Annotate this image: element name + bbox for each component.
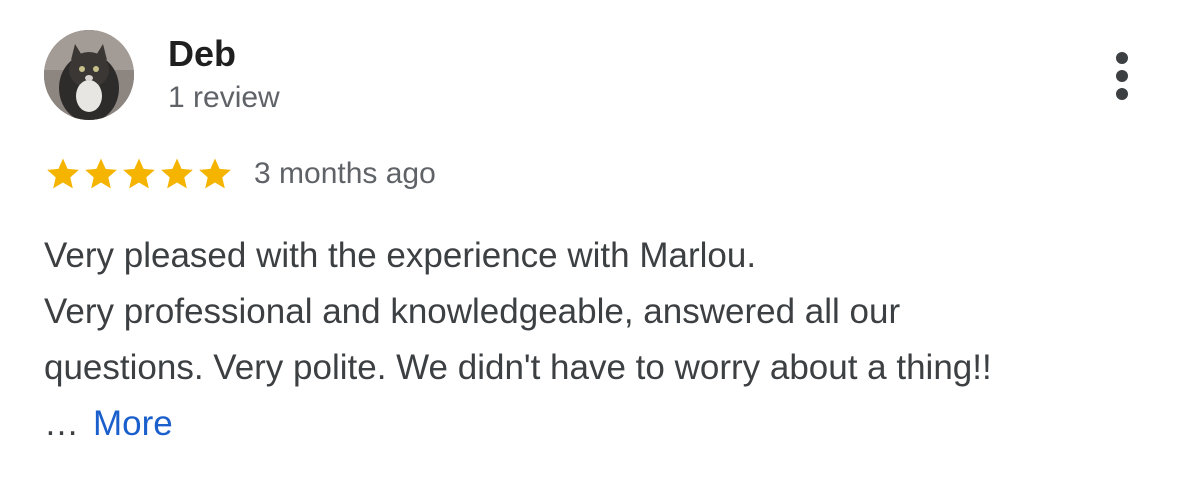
review-line: Very professional and knowledgeable, ans… bbox=[44, 292, 901, 331]
star-icon bbox=[199, 158, 231, 189]
review-time: 3 months ago bbox=[254, 157, 436, 190]
avatar[interactable] bbox=[44, 30, 134, 120]
rating-row: 3 months ago bbox=[44, 154, 436, 194]
more-link[interactable]: More bbox=[93, 404, 173, 443]
review-line: Very pleased with the experience with Ma… bbox=[44, 236, 757, 275]
review-card: Deb 1 review 3 months ago Very pleased w… bbox=[0, 0, 1200, 479]
reviewer-name[interactable]: Deb bbox=[168, 34, 236, 74]
star-icon bbox=[161, 158, 193, 189]
star-icon bbox=[85, 158, 117, 189]
review-count[interactable]: 1 review bbox=[168, 80, 280, 116]
review-more-row: … More bbox=[44, 396, 1164, 452]
review-line: questions. Very polite. We didn't have t… bbox=[44, 348, 992, 387]
review-text: Very pleased with the experience with Ma… bbox=[44, 228, 1164, 452]
more-vert-icon[interactable] bbox=[1104, 50, 1140, 102]
star-icon bbox=[123, 158, 155, 189]
star-icon bbox=[47, 158, 79, 189]
ellipsis: … bbox=[44, 404, 79, 443]
star-rating bbox=[44, 155, 234, 193]
